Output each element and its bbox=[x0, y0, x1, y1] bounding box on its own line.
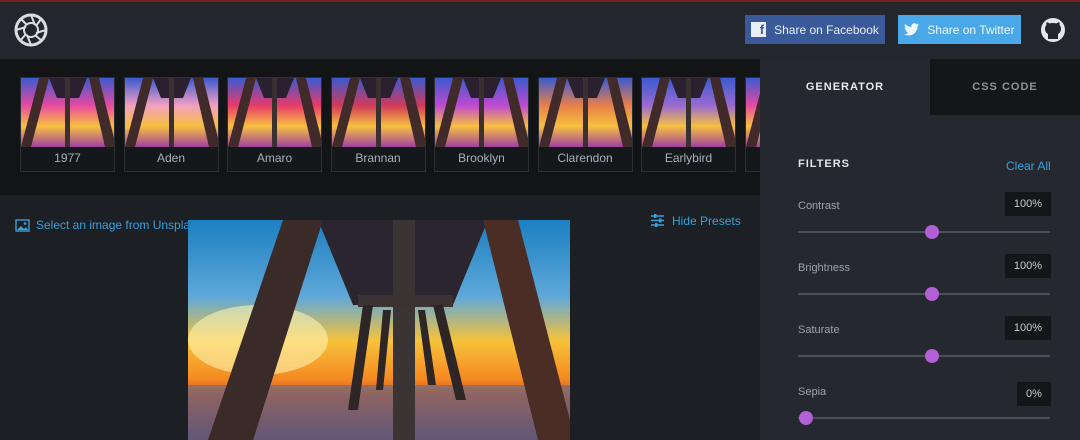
filter-label-saturate: Saturate bbox=[798, 324, 840, 336]
filter-value-brightness[interactable]: 100% bbox=[1005, 254, 1051, 278]
preset-thumbnail bbox=[331, 78, 425, 147]
share-twitter-label: Share on Twitter bbox=[927, 22, 1015, 37]
preset-1977[interactable]: 1977 bbox=[20, 77, 115, 172]
preset-label: Clarendon bbox=[557, 151, 613, 165]
filter-label-brightness: Brightness bbox=[798, 262, 850, 274]
preset-more[interactable] bbox=[744, 77, 760, 172]
share-facebook-button[interactable]: f Share on Facebook bbox=[745, 15, 885, 44]
preset-thumbnail bbox=[21, 78, 114, 147]
pier-sunset-photo bbox=[188, 220, 570, 440]
preset-brannan[interactable]: Brannan bbox=[330, 77, 426, 172]
preset-brooklyn[interactable]: Brooklyn bbox=[434, 77, 529, 172]
clear-all-link[interactable]: Clear All bbox=[1006, 159, 1051, 173]
hide-presets-label: Hide Presets bbox=[672, 213, 741, 228]
top-bar: f Share on Facebook Share on Twitter bbox=[0, 0, 1080, 59]
filter-slider-track[interactable] bbox=[798, 293, 1050, 295]
preset-label: Brannan bbox=[355, 151, 401, 165]
filter-value-sepia[interactable]: 0% bbox=[1017, 382, 1051, 406]
filter-slider-track[interactable] bbox=[798, 355, 1050, 357]
filter-slider-thumb[interactable] bbox=[799, 411, 813, 425]
filter-label-contrast: Contrast bbox=[798, 200, 840, 212]
filter-value-contrast[interactable]: 100% bbox=[1005, 192, 1051, 216]
preset-thumbnail bbox=[228, 78, 321, 147]
github-icon[interactable] bbox=[1040, 17, 1066, 43]
facebook-icon: f bbox=[751, 22, 767, 37]
preset-label: 1977 bbox=[54, 151, 81, 165]
filter-slider-track[interactable] bbox=[798, 417, 1050, 419]
preset-aden[interactable]: Aden bbox=[123, 77, 219, 172]
filter-slider-thumb[interactable] bbox=[925, 349, 939, 363]
select-image-link[interactable]: Select an image from Unspla bbox=[15, 218, 190, 232]
select-image-label: Select an image from Unspla bbox=[36, 218, 191, 232]
tab-generator[interactable]: GENERATOR bbox=[760, 59, 930, 115]
preset-label: Brooklyn bbox=[458, 151, 505, 165]
presets-strip: 1977 Aden Amaro Brannan Brooklyn Clarendon Ear… bbox=[0, 59, 760, 195]
preset-thumbnail bbox=[745, 78, 760, 147]
filter-label-sepia: Sepia bbox=[798, 386, 827, 398]
aperture-logo-icon[interactable] bbox=[14, 13, 48, 47]
share-twitter-button[interactable]: Share on Twitter bbox=[898, 15, 1021, 44]
tab-css-code[interactable]: CSS CODE bbox=[930, 59, 1080, 115]
twitter-icon bbox=[904, 23, 920, 36]
preset-thumbnail bbox=[642, 78, 735, 147]
share-facebook-label: Share on Facebook bbox=[774, 22, 879, 37]
sliders-icon bbox=[651, 214, 664, 227]
preset-thumbnail bbox=[538, 78, 632, 147]
filter-slider-track[interactable] bbox=[798, 231, 1050, 233]
image-icon bbox=[15, 218, 30, 232]
filter-slider-thumb[interactable] bbox=[925, 287, 939, 301]
preset-amaro[interactable]: Amaro bbox=[227, 77, 322, 172]
hide-presets-button[interactable]: Hide Presets bbox=[650, 213, 741, 228]
preset-label: Earlybird bbox=[664, 151, 713, 165]
preset-thumbnail bbox=[124, 78, 218, 147]
preset-earlybird[interactable]: Earlybird bbox=[641, 77, 736, 172]
filter-slider-thumb[interactable] bbox=[925, 225, 939, 239]
preset-label: Aden bbox=[156, 151, 186, 165]
filters-heading: FILTERS bbox=[798, 158, 851, 170]
preset-clarendon[interactable]: Clarendon bbox=[537, 77, 633, 172]
preset-label: Amaro bbox=[256, 151, 293, 165]
filter-value-saturate[interactable]: 100% bbox=[1005, 316, 1051, 340]
preset-thumbnail bbox=[435, 78, 528, 147]
